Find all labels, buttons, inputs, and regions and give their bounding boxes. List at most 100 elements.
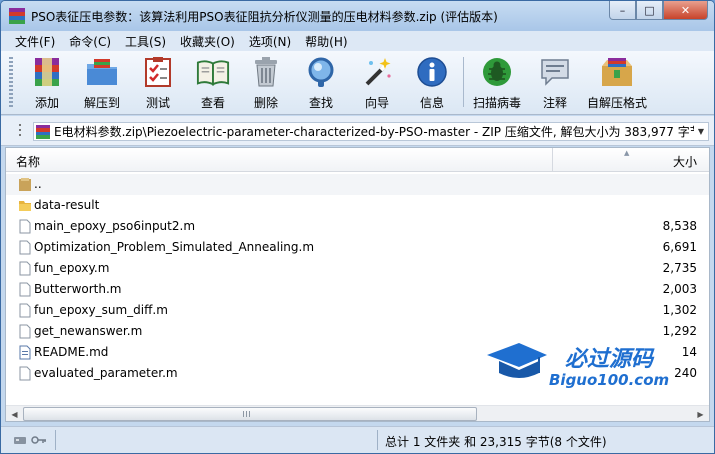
file-name: fun_epoxy_sum_diff.m [34, 303, 168, 317]
find-label: 查找 [308, 96, 333, 110]
file-name: main_epoxy_pso6input2.m [34, 219, 196, 233]
menu-commands[interactable]: 命令(C) [63, 33, 119, 50]
table-row[interactable]: data-result [6, 195, 709, 216]
test-checklist-icon [141, 55, 175, 89]
menu-help[interactable]: 帮助(H) [299, 33, 355, 50]
file-icon [18, 219, 32, 234]
horizontal-scrollbar[interactable]: ◀ ▶ [6, 405, 709, 421]
winrar-logo-icon [9, 8, 25, 24]
minimize-button[interactable]: – [609, 1, 636, 20]
column-divider[interactable] [552, 148, 553, 172]
view-label: 查看 [200, 96, 225, 110]
delete-label: 删除 [253, 96, 278, 110]
table-row[interactable]: Butterworth.m 2,003 [6, 279, 709, 300]
virus-scan-button[interactable]: 扫描病毒 [471, 55, 523, 111]
scroll-right-icon[interactable]: ▶ [692, 406, 709, 421]
table-row[interactable]: fun_epoxy_sum_diff.m 1,302 [6, 300, 709, 321]
status-summary: 总计 1 文件夹 和 23,315 字节(8 个文件) [385, 435, 607, 449]
file-size: 6,691 [662, 240, 697, 254]
trash-icon [249, 55, 283, 89]
watermark-brand: 必过源码 [565, 347, 654, 372]
extract-to-label: 解压到 [83, 96, 120, 110]
status-icons [13, 434, 49, 446]
status-bar: 总计 1 文件夹 和 23,315 字节(8 个文件) [1, 426, 714, 453]
sfx-button[interactable]: 自解压格式 [585, 55, 649, 111]
extract-folder-icon [85, 55, 119, 89]
path-field[interactable]: E电材料参数.zip\Piezoelectric-parameter-chara… [33, 122, 709, 141]
column-size-header[interactable]: 大小 [673, 153, 697, 170]
add-archive-icon [30, 55, 64, 89]
test-button[interactable]: 测试 [141, 55, 175, 111]
comment-bubble-icon [538, 55, 572, 89]
file-name: .. [34, 177, 42, 191]
info-icon [415, 55, 449, 89]
chevron-down-icon[interactable]: ▼ [694, 123, 708, 140]
comment-button[interactable]: 注释 [537, 55, 573, 111]
toolbar-separator [463, 57, 464, 107]
status-divider [55, 430, 56, 450]
sfx-label: 自解压格式 [586, 96, 647, 110]
file-name: data-result [34, 198, 100, 212]
column-header: 名称 ▲ 大小 [6, 148, 709, 172]
wizard-wand-icon [360, 55, 394, 89]
menu-tools[interactable]: 工具(S) [119, 33, 174, 50]
sort-arrow-icon: ▲ [624, 149, 630, 157]
menu-bar: 文件(F) 命令(C) 工具(S) 收藏夹(O) 选项(N) 帮助(H) [1, 31, 714, 51]
watermark: 必过源码 Biguo100.com [485, 337, 685, 397]
up-level-icon[interactable] [17, 122, 31, 140]
toolbar-grip[interactable] [9, 57, 13, 109]
scrollbar-thumb[interactable] [23, 407, 477, 421]
file-icon [18, 282, 32, 297]
add-button[interactable]: 添加 [27, 55, 67, 111]
file-icon [18, 240, 32, 255]
file-size: 1,292 [662, 324, 697, 338]
doc-icon [18, 345, 32, 360]
close-button[interactable]: ✕ [663, 1, 708, 20]
file-icon [18, 261, 32, 276]
extract-to-button[interactable]: 解压到 [81, 55, 123, 111]
app-window: PSO表征压电参数：该算法利用PSO表征阻抗分析仪测量的压电材料参数.zip (… [0, 0, 715, 454]
file-name: get_newanswer.m [34, 324, 143, 338]
file-name: evaluated_parameter.m [34, 366, 178, 380]
file-name: README.md [34, 345, 109, 359]
table-row[interactable]: .. [6, 174, 709, 195]
view-button[interactable]: 查看 [193, 55, 233, 111]
file-icon [18, 303, 32, 318]
drive-icon[interactable] [13, 434, 27, 446]
delete-button[interactable]: 删除 [249, 55, 283, 111]
file-icon [18, 366, 32, 381]
wizard-label: 向导 [364, 96, 389, 110]
file-name: fun_epoxy.m [34, 261, 110, 275]
table-row[interactable]: fun_epoxy.m 2,735 [6, 258, 709, 279]
address-bar: E电材料参数.zip\Piezoelectric-parameter-chara… [1, 116, 714, 146]
info-button[interactable]: 信息 [415, 55, 449, 111]
menu-file[interactable]: 文件(F) [9, 33, 63, 50]
magnifier-icon [304, 55, 338, 89]
file-size: 2,003 [662, 282, 697, 296]
parent-folder-icon [18, 177, 32, 192]
folder-icon [18, 198, 32, 213]
file-size: 2,735 [662, 261, 697, 275]
table-row[interactable]: main_epoxy_pso6input2.m 8,538 [6, 216, 709, 237]
path-text: E电材料参数.zip\Piezoelectric-parameter-chara… [54, 125, 694, 139]
table-row[interactable]: Optimization_Problem_Simulated_Annealing… [6, 237, 709, 258]
title-bar[interactable]: PSO表征压电参数：该算法利用PSO表征阻抗分析仪测量的压电材料参数.zip (… [1, 1, 714, 31]
key-icon[interactable] [31, 434, 47, 446]
file-size: 8,538 [662, 219, 697, 233]
virus-bug-icon [480, 55, 514, 89]
scroll-left-icon[interactable]: ◀ [6, 406, 23, 421]
toolbar: 添加 解压到 测试 查看 删除 查找 向导 信息 扫描病毒 注释 自解压格式 [1, 51, 714, 115]
find-button[interactable]: 查找 [303, 55, 339, 111]
file-name: Butterworth.m [34, 282, 122, 296]
maximize-button[interactable]: □ [636, 1, 663, 20]
file-name: Optimization_Problem_Simulated_Annealing… [34, 240, 315, 254]
watermark-domain: Biguo100.com [549, 371, 670, 389]
menu-favorites[interactable]: 收藏夹(O) [174, 33, 243, 50]
status-divider [377, 430, 378, 450]
graduation-cap-logo-icon [487, 343, 547, 378]
wizard-button[interactable]: 向导 [359, 55, 395, 111]
file-size: 1,302 [662, 303, 697, 317]
menu-options[interactable]: 选项(N) [243, 33, 299, 50]
column-name-header[interactable]: 名称 [16, 153, 40, 170]
window-title: PSO表征压电参数：该算法利用PSO表征阻抗分析仪测量的压电材料参数.zip (… [31, 9, 498, 24]
